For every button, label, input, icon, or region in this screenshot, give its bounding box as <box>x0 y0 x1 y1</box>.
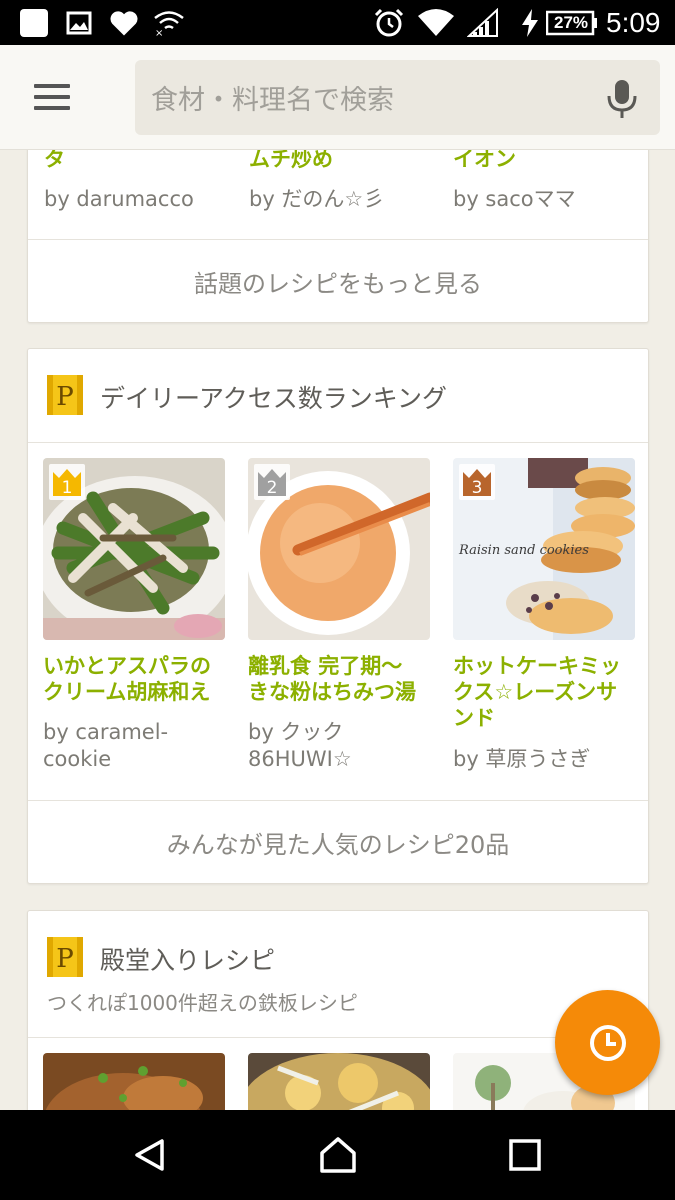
recipe-title[interactable]: ホットケーキミッ クス☆レーズンサ ンド <box>453 653 621 731</box>
clock-history-icon <box>589 1024 626 1061</box>
battery-icon: 27% <box>546 0 598 45</box>
more-trending-link[interactable]: 話題のレシピをもっと見る <box>28 239 648 322</box>
svg-text:1: 1 <box>62 478 73 498</box>
rank-badge-3: 3 <box>459 464 495 500</box>
image-icon <box>64 0 94 45</box>
charging-icon <box>518 0 542 45</box>
more-ranking-link[interactable]: みんなが見た人気のレシピ20品 <box>28 800 648 883</box>
recipe-author: by だのん☆彡 <box>249 187 385 211</box>
recipe-author: by 草原うさぎ <box>453 747 591 771</box>
recipe-title[interactable]: 離乳食 完了期〜 きな粉はちみつ湯 <box>248 653 416 705</box>
hall-of-fame-title: 殿堂入りレシピ <box>100 946 276 975</box>
svg-text:2: 2 <box>267 478 278 498</box>
premium-badge-icon: P <box>46 936 84 978</box>
hall-of-fame-header: P 殿堂入りレシピ つくれぽ1000件超えの鉄板レシピ <box>28 911 648 1038</box>
recipe-title[interactable]: ムチ炒め <box>249 149 333 172</box>
hall-of-fame-subtitle: つくれぽ1000件超えの鉄板レシピ <box>47 991 358 1015</box>
ranking-title: デイリーアクセス数ランキング <box>100 384 448 413</box>
recipe-author: by sacoママ <box>453 187 576 211</box>
recipe-thumbnail[interactable] <box>248 1053 430 1110</box>
recipe-title[interactable]: タ <box>44 149 65 172</box>
recipe-title[interactable]: いかとアスパラの クリーム胡麻和え <box>43 653 211 705</box>
recipe-author: by クック 86HUWI☆ <box>248 720 352 771</box>
rank-badge-2: 2 <box>254 464 290 500</box>
microphone-icon[interactable] <box>604 78 640 120</box>
home-icon[interactable] <box>298 1125 378 1185</box>
status-bar: × 27% 5:09 <box>0 0 675 45</box>
recipe-thumbnail[interactable] <box>43 1053 225 1110</box>
recipe-thumbnail[interactable]: 2 <box>248 458 430 640</box>
wifi-icon <box>416 0 456 45</box>
feed-scroll-area[interactable]: タ ムチ炒め イオン by darumacco by だのん☆彡 by saco… <box>0 149 675 1110</box>
recipe-thumbnail[interactable]: 1 <box>43 458 225 640</box>
hamburger-menu-icon[interactable] <box>22 75 82 119</box>
notification-square-icon <box>18 0 50 45</box>
android-nav-bar <box>0 1110 675 1200</box>
app-bar: 食材・料理名で検索 <box>0 45 675 150</box>
svg-text:×: × <box>155 28 163 37</box>
history-fab-button[interactable] <box>555 990 660 1095</box>
svg-text:Raisin sand cookies: Raisin sand cookies <box>458 543 589 558</box>
recipe-author: by caramel- cookie <box>43 720 169 771</box>
svg-text:P: P <box>56 382 74 412</box>
alarm-icon <box>372 0 406 45</box>
recipe-thumbnail[interactable]: Raisin sand cookies 3 <box>453 458 635 640</box>
recipe-title[interactable]: イオン <box>453 149 516 172</box>
svg-text:P: P <box>56 944 74 974</box>
heart-icon <box>108 0 140 45</box>
svg-text:3: 3 <box>472 478 483 498</box>
wifi-off-icon: × <box>152 0 186 45</box>
trending-recipes-card: タ ムチ炒め イオン by darumacco by だのん☆彡 by saco… <box>27 149 649 323</box>
recipe-author: by darumacco <box>44 187 194 211</box>
hall-of-fame-card: P 殿堂入りレシピ つくれぽ1000件超えの鉄板レシピ <box>27 910 649 1110</box>
recents-icon[interactable] <box>485 1125 565 1185</box>
daily-ranking-card: P デイリーアクセス数ランキング 1 2 Raisin sand cookies… <box>27 348 649 884</box>
battery-percent: 27% <box>553 12 589 32</box>
signal-icon <box>466 0 500 45</box>
premium-badge-icon: P <box>46 374 84 416</box>
search-placeholder: 食材・料理名で検索 <box>151 85 394 116</box>
back-icon[interactable] <box>110 1125 190 1185</box>
clock-time: 5:09 <box>606 6 661 38</box>
search-input[interactable]: 食材・料理名で検索 <box>135 60 660 135</box>
rank-badge-1: 1 <box>49 464 85 500</box>
ranking-header: P デイリーアクセス数ランキング <box>28 349 648 443</box>
